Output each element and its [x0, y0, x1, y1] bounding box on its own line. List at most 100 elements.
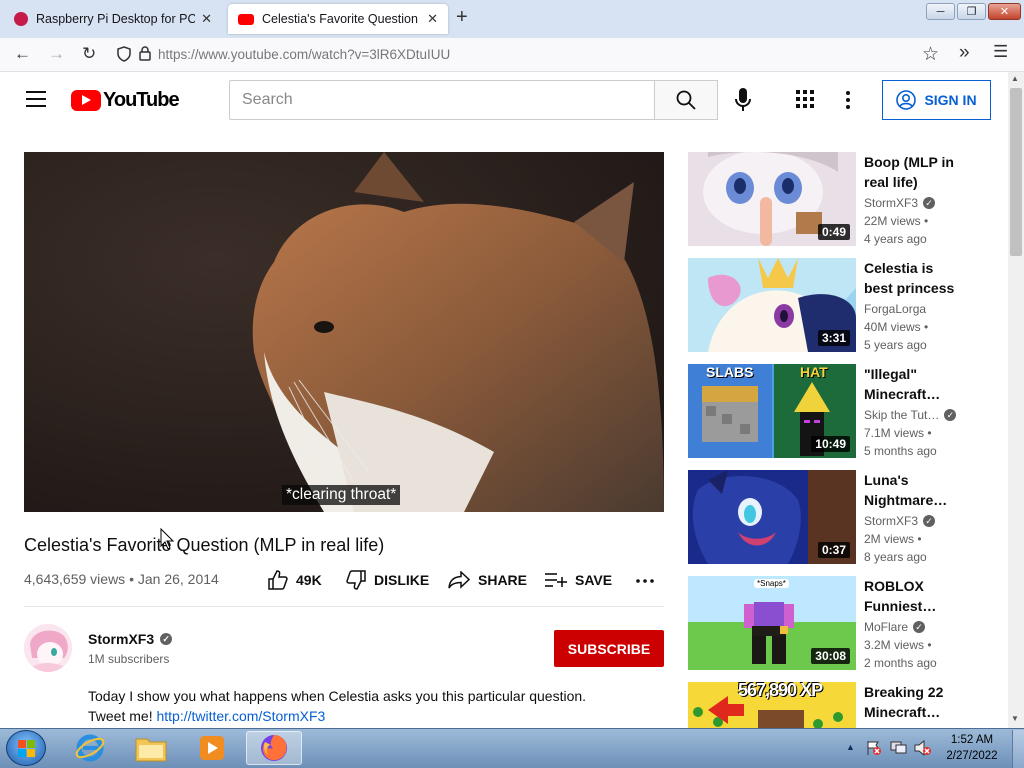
description-line: Today I show you what happens when Celes… — [88, 688, 587, 704]
recommendation-item[interactable]: SLABS HAT 10:49 "Illegal" Minecraft… Ski… — [688, 364, 1004, 458]
recommendation-age: 2 months ago — [864, 656, 937, 670]
app-menu-icon[interactable]: ☰ — [993, 42, 1008, 62]
tab-youtube-video[interactable]: Celestia's Favorite Question (MLP ✕ — [228, 4, 448, 34]
recommendation-item[interactable]: *Snaps* 30:08 ROBLOX Funniest… MoFlare ✓ … — [688, 576, 1004, 670]
shield-icon[interactable] — [117, 46, 131, 67]
recommendation-title[interactable]: Celestia is best princess — [864, 258, 964, 298]
recommendation-title[interactable]: ROBLOX Funniest… — [864, 576, 964, 616]
thumbnail-speech-bubble: *Snaps* — [754, 579, 789, 588]
window-close-button[interactable]: ✕ — [988, 3, 1021, 20]
recommendation-age: 5 months ago — [864, 444, 937, 458]
tab-raspberry-pi[interactable]: Raspberry Pi Desktop for PC an ✕ — [4, 4, 222, 34]
recommendation-item[interactable]: 0:49 Boop (MLP in real life) StormXF3 ✓ 2… — [688, 152, 1004, 246]
apps-grid-icon[interactable] — [796, 90, 814, 113]
sign-in-button[interactable]: SIGN IN — [882, 80, 991, 120]
channel-avatar[interactable] — [24, 624, 72, 672]
forward-icon[interactable]: → — [48, 44, 65, 64]
video-thumbnail[interactable]: *Snaps* 30:08 — [688, 576, 856, 670]
thumbnail-text-left: SLABS — [706, 364, 754, 380]
taskbar-file-explorer[interactable] — [123, 731, 179, 765]
video-title: Celestia's Favorite Question (MLP in rea… — [24, 535, 385, 555]
dislike-button[interactable]: DISLIKE — [346, 570, 429, 590]
duration-badge: 0:37 — [817, 542, 850, 558]
recommendation-title[interactable]: Luna's Nightmare… — [864, 470, 964, 510]
duration-badge: 30:08 — [811, 648, 850, 664]
back-icon[interactable]: ← — [14, 44, 31, 64]
verified-badge-icon: ✓ — [913, 621, 926, 633]
recommendation-title[interactable]: Boop (MLP in real life) — [864, 152, 964, 192]
share-label: SHARE — [478, 572, 528, 588]
like-button[interactable]: 49K — [268, 570, 322, 590]
recommendation-views: 7.1M views • — [864, 426, 932, 440]
new-tab-button[interactable]: + — [456, 6, 468, 29]
close-tab-icon[interactable]: ✕ — [427, 11, 438, 27]
recommendation-title[interactable]: Breaking 22 Minecraft… — [864, 682, 964, 722]
search-button[interactable] — [654, 80, 718, 120]
recommendation-item[interactable]: 3:31 Celestia is best princess ForgaLorg… — [688, 258, 1004, 352]
recommendation-item[interactable]: 0:37 Luna's Nightmare… StormXF3 ✓ 2M view… — [688, 470, 1004, 564]
overflow-chevron-icon[interactable]: » — [959, 42, 970, 64]
voice-search-icon[interactable] — [735, 88, 751, 117]
taskbar-internet-explorer[interactable] — [62, 731, 118, 765]
volume-muted-icon[interactable] — [914, 739, 932, 761]
video-thumbnail[interactable]: 3:31 — [688, 258, 856, 352]
maximize-button[interactable]: ❐ — [957, 3, 986, 20]
video-thumbnail[interactable]: 0:37 — [688, 470, 856, 564]
bookmark-star-icon[interactable]: ☆ — [922, 43, 939, 66]
scroll-up-arrow-icon[interactable]: ▲ — [1011, 74, 1019, 83]
more-actions-icon[interactable] — [636, 572, 654, 595]
tab-title: Raspberry Pi Desktop for PC an — [36, 12, 196, 26]
video-caption: *clearing throat* — [282, 485, 401, 505]
taskbar-clock[interactable]: 1:52 AM 2/27/2022 — [940, 732, 1004, 764]
network-icon[interactable] — [890, 740, 908, 761]
recommendation-age: 8 years ago — [864, 550, 927, 564]
duration-badge: 10:49 — [811, 436, 850, 452]
recommendation-age: 5 years ago — [864, 338, 927, 352]
recommendation-item[interactable]: 567,890 XP Breaking 22 Minecraft… — [688, 682, 1004, 728]
taskbar-firefox[interactable] — [246, 731, 302, 765]
verified-badge-icon: ✓ — [944, 409, 957, 421]
video-player[interactable] — [24, 152, 664, 512]
subscribe-button[interactable]: SUBSCRIBE — [554, 630, 664, 667]
video-thumbnail[interactable]: 567,890 XP — [688, 682, 856, 728]
clock-time: 1:52 AM — [950, 734, 994, 746]
show-hidden-icons-icon[interactable]: ▲ — [846, 742, 855, 752]
youtube-logo[interactable]: YouTube — [71, 89, 180, 112]
action-center-flag-icon[interactable] — [866, 740, 882, 761]
tab-title: Celestia's Favorite Question (MLP — [262, 12, 421, 26]
clock-date: 2/27/2022 — [946, 750, 998, 762]
share-button[interactable]: SHARE — [448, 570, 527, 590]
show-desktop-button[interactable] — [1012, 730, 1024, 768]
close-tab-icon[interactable]: ✕ — [201, 11, 212, 27]
minimize-button[interactable]: ─ — [926, 3, 955, 20]
recommendation-channel-row: StormXF3 ✓ — [864, 514, 936, 528]
description-prefix: Tweet me! — [88, 708, 157, 724]
windows-logo-icon — [18, 740, 35, 757]
internet-explorer-icon — [75, 734, 105, 762]
channel-name-row[interactable]: StormXF3 ✓ — [88, 631, 173, 647]
recommendation-title[interactable]: "Illegal" Minecraft… — [864, 364, 964, 404]
verified-badge-icon: ✓ — [923, 197, 936, 209]
video-thumbnail[interactable]: 0:49 — [688, 152, 856, 246]
taskbar-media-player[interactable] — [184, 731, 240, 765]
address-bar[interactable]: https://www.youtube.com/watch?v=3lR6XDtu… — [158, 43, 878, 67]
search-input[interactable] — [229, 80, 655, 120]
recommendation-views: 3.2M views • — [864, 638, 932, 652]
save-label: SAVE — [575, 572, 613, 588]
share-arrow-icon — [448, 571, 470, 589]
scroll-down-arrow-icon[interactable]: ▼ — [1011, 714, 1019, 723]
verified-badge-icon: ✓ — [160, 633, 173, 645]
like-count: 49K — [296, 572, 322, 588]
start-button[interactable] — [6, 730, 46, 766]
twitter-link[interactable]: http://twitter.com/StormXF3 — [156, 708, 325, 724]
scrollbar-thumb[interactable] — [1010, 88, 1022, 256]
lock-icon[interactable] — [139, 46, 151, 66]
settings-more-icon[interactable] — [845, 90, 851, 115]
recommendation-channel-row: Skip the Tut… ✓ — [864, 408, 957, 422]
video-thumbnail[interactable]: SLABS HAT 10:49 — [688, 364, 856, 458]
recommendation-views: 40M views • — [864, 320, 929, 334]
save-button[interactable]: SAVE — [545, 570, 612, 590]
recommendation-channel: StormXF3 — [864, 514, 919, 528]
reload-icon[interactable]: ↻ — [82, 44, 96, 64]
guide-menu-icon[interactable] — [26, 91, 46, 107]
